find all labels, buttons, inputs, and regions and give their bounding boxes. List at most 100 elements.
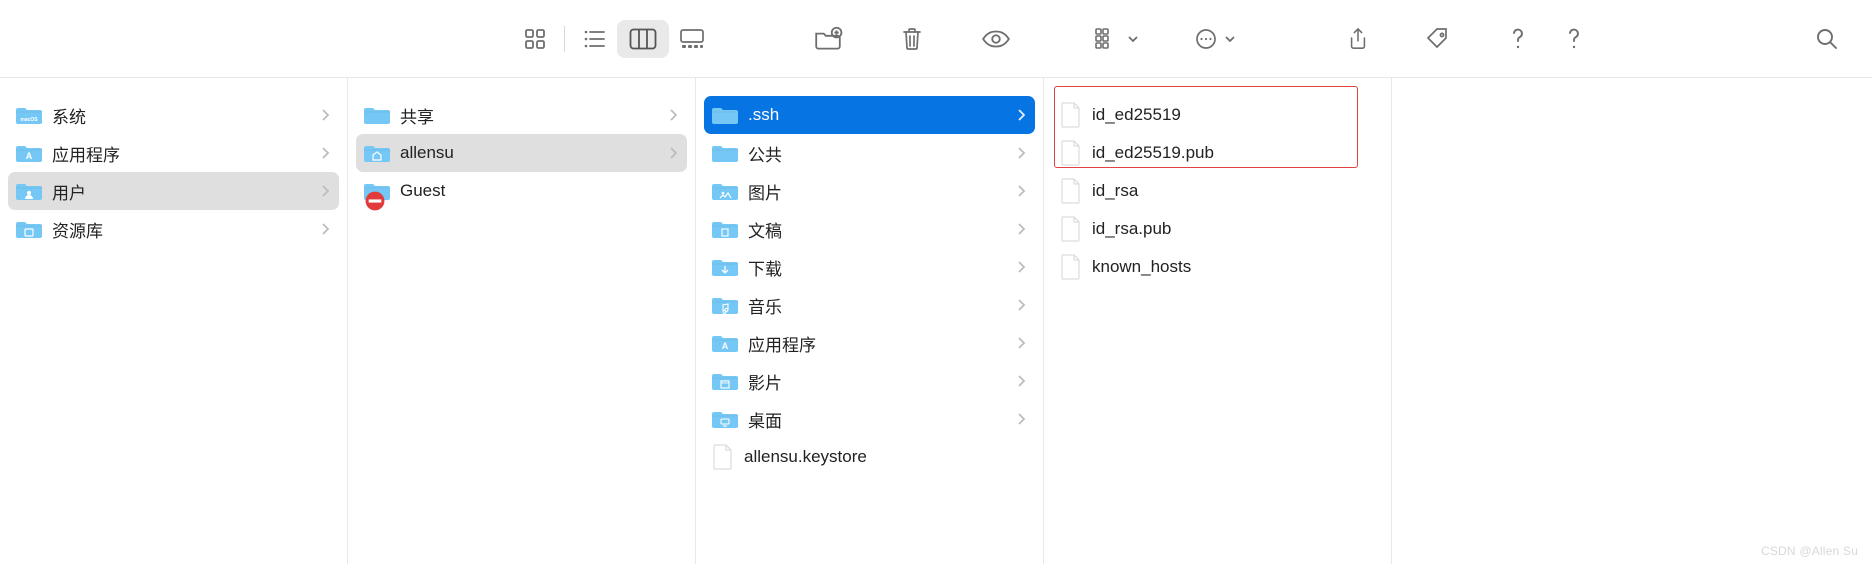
folder-icon <box>364 104 390 126</box>
item-label: 系统 <box>52 103 311 128</box>
folder-icon: macOS <box>16 104 42 126</box>
list-item[interactable]: A 应用程序 <box>8 134 339 172</box>
svg-text:A: A <box>722 341 729 351</box>
help-button-2[interactable] <box>1551 20 1597 58</box>
item-label: 用户 <box>52 179 311 204</box>
folder-icon <box>712 408 738 430</box>
item-label: 共享 <box>400 103 659 128</box>
item-label: id_rsa.pub <box>1092 219 1373 239</box>
tags-button[interactable] <box>1415 20 1461 58</box>
list-item[interactable]: 文稿 <box>704 210 1035 248</box>
chevron-right-icon <box>1017 260 1025 274</box>
chevron-right-icon <box>669 146 677 160</box>
list-item[interactable]: 图片 <box>704 172 1035 210</box>
list-item[interactable]: known_hosts <box>1052 248 1383 286</box>
svg-text:macOS: macOS <box>20 117 38 123</box>
chevron-down-icon <box>1127 34 1139 44</box>
folder-icon <box>364 180 390 202</box>
item-label: 下载 <box>748 255 1007 280</box>
item-label: id_ed25519.pub <box>1092 143 1373 163</box>
folder-icon <box>712 142 738 164</box>
item-label: id_ed25519 <box>1092 105 1373 125</box>
folder-icon <box>712 180 738 202</box>
view-list-button[interactable] <box>571 20 617 58</box>
group-button[interactable] <box>1087 20 1147 58</box>
list-item[interactable]: id_rsa.pub <box>1052 210 1383 248</box>
list-item[interactable]: macOS 系统 <box>8 96 339 134</box>
chevron-right-icon <box>1017 108 1025 122</box>
list-item[interactable]: 共享 <box>356 96 687 134</box>
list-item[interactable]: .ssh <box>704 96 1035 134</box>
file-icon <box>1060 254 1082 280</box>
view-columns-button[interactable] <box>617 20 669 58</box>
list-item[interactable]: 资源库 <box>8 210 339 248</box>
item-label: 文稿 <box>748 217 1007 242</box>
svg-text:A: A <box>26 151 33 161</box>
folder-icon: A <box>16 142 42 164</box>
toolbar <box>0 0 1872 78</box>
list-item[interactable]: id_ed25519.pub <box>1052 134 1383 172</box>
trash-button[interactable] <box>889 20 935 58</box>
chevron-right-icon <box>669 108 677 122</box>
list-item[interactable]: 桌面 <box>704 400 1035 438</box>
chevron-right-icon <box>1017 184 1025 198</box>
view-gallery-button[interactable] <box>669 20 715 58</box>
item-label: 影片 <box>748 369 1007 394</box>
file-icon <box>1060 140 1082 166</box>
chevron-right-icon <box>321 108 329 122</box>
list-item[interactable]: 公共 <box>704 134 1035 172</box>
file-icon <box>1060 102 1082 128</box>
item-label: id_rsa <box>1092 181 1373 201</box>
item-label: 音乐 <box>748 293 1007 318</box>
list-item[interactable]: id_rsa <box>1052 172 1383 210</box>
item-label: 公共 <box>748 141 1007 166</box>
share-button[interactable] <box>1335 20 1381 58</box>
new-folder-button[interactable] <box>805 20 851 58</box>
column-1: 共享 allensu Guest <box>348 78 696 564</box>
help-button-1[interactable] <box>1495 20 1541 58</box>
file-icon <box>1060 216 1082 242</box>
file-icon <box>1060 178 1082 204</box>
list-item[interactable]: 下载 <box>704 248 1035 286</box>
item-label: allensu.keystore <box>744 447 1025 467</box>
chevron-right-icon <box>1017 336 1025 350</box>
folder-icon <box>712 256 738 278</box>
list-item[interactable]: 音乐 <box>704 286 1035 324</box>
folder-icon <box>712 218 738 240</box>
list-item[interactable]: id_ed25519 <box>1052 96 1383 134</box>
item-label: Guest <box>400 181 677 201</box>
item-label: known_hosts <box>1092 257 1373 277</box>
chevron-right-icon <box>1017 298 1025 312</box>
folder-icon <box>712 104 738 126</box>
chevron-right-icon <box>1017 412 1025 426</box>
actions-button[interactable] <box>1185 20 1245 58</box>
view-icons-button[interactable] <box>512 20 558 58</box>
file-icon <box>712 444 734 470</box>
chevron-right-icon <box>321 146 329 160</box>
folder-icon <box>16 218 42 240</box>
view-group <box>512 20 715 58</box>
chevron-right-icon <box>1017 374 1025 388</box>
item-label: allensu <box>400 143 659 163</box>
list-item[interactable]: allensu <box>356 134 687 172</box>
item-label: 桌面 <box>748 407 1007 432</box>
chevron-right-icon <box>321 222 329 236</box>
list-item[interactable]: Guest <box>356 172 687 210</box>
search-button[interactable] <box>1804 20 1850 58</box>
column-3: id_ed25519 id_ed25519.pub id_rsa id_rsa.… <box>1044 78 1392 564</box>
list-item[interactable]: A 应用程序 <box>704 324 1035 362</box>
preview-eye-button[interactable] <box>973 20 1019 58</box>
folder-icon <box>16 180 42 202</box>
list-item[interactable]: 用户 <box>8 172 339 210</box>
list-item[interactable]: 影片 <box>704 362 1035 400</box>
chevron-right-icon <box>1017 222 1025 236</box>
item-label: 应用程序 <box>52 141 311 166</box>
chevron-right-icon <box>321 184 329 198</box>
folder-icon: A <box>712 332 738 354</box>
column-4 <box>1392 78 1872 564</box>
chevron-right-icon <box>1017 146 1025 160</box>
folder-icon <box>712 370 738 392</box>
list-item[interactable]: allensu.keystore <box>704 438 1035 476</box>
folder-icon <box>712 294 738 316</box>
folder-icon <box>364 142 390 164</box>
